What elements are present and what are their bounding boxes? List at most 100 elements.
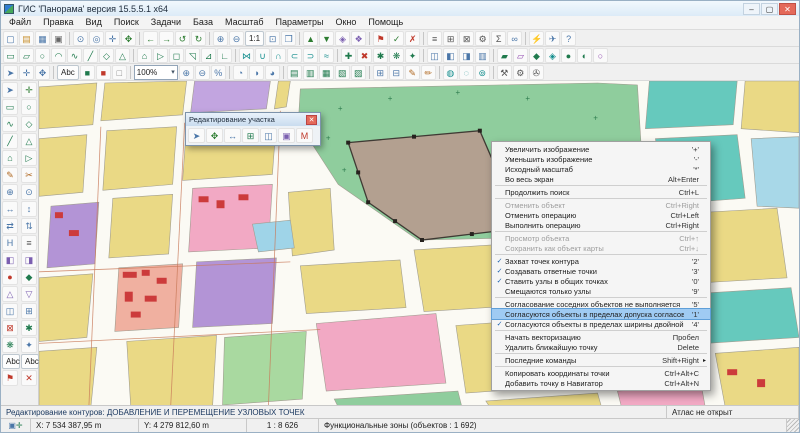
parcel-vertex-handle[interactable] bbox=[356, 170, 360, 174]
edit-tool-icon[interactable]: ◌ bbox=[459, 65, 474, 80]
side-tool-icon[interactable]: ✕ bbox=[21, 370, 37, 386]
side-tool-icon[interactable]: ⊠ bbox=[2, 320, 18, 336]
parcel-tool-icon[interactable]: M bbox=[296, 128, 313, 143]
edit-tool-icon[interactable]: ▦ bbox=[319, 65, 334, 80]
map-tool-icon[interactable]: ⋈ bbox=[239, 48, 254, 63]
map-tool-icon[interactable]: ● bbox=[561, 48, 576, 63]
context-menu-item[interactable]: ✓Захват точек контура'2' bbox=[492, 256, 710, 266]
map-building[interactable] bbox=[145, 296, 157, 302]
map-block[interactable] bbox=[741, 81, 799, 133]
parcel-vertex-handle[interactable] bbox=[478, 129, 482, 133]
side-tool-icon[interactable]: ✎ bbox=[2, 167, 18, 183]
map-tool-icon[interactable]: ∟ bbox=[217, 48, 232, 63]
map-tool-icon[interactable]: ∪ bbox=[255, 48, 270, 63]
map-block[interactable] bbox=[316, 314, 446, 392]
toolbar-icon[interactable]: ⊞ bbox=[443, 31, 458, 46]
side-tool-icon[interactable]: ⊕ bbox=[2, 184, 18, 200]
map-block[interactable] bbox=[39, 83, 97, 129]
side-tool-icon[interactable]: ⚑ bbox=[2, 370, 18, 386]
map-tool-icon[interactable]: ▱ bbox=[19, 48, 34, 63]
toolbar-icon[interactable]: ◈ bbox=[335, 31, 350, 46]
edit-tool-icon[interactable]: ✏ bbox=[421, 65, 436, 80]
toolbar-icon[interactable]: ⊙ bbox=[73, 31, 88, 46]
toolbar-icon[interactable]: ⚡ bbox=[529, 31, 544, 46]
menu-задачи[interactable]: Задачи bbox=[145, 16, 187, 29]
menu-окно[interactable]: Окно bbox=[329, 16, 362, 29]
toolbar-icon[interactable]: ⊕ bbox=[213, 31, 228, 46]
context-menu-item[interactable]: Во весь экранAlt+Enter bbox=[492, 174, 710, 184]
side-tool-icon[interactable]: ✛ bbox=[21, 82, 37, 98]
edit-tool-icon[interactable]: ▧ bbox=[335, 65, 350, 80]
side-tool-icon[interactable]: ⇄ bbox=[2, 218, 18, 234]
toolbar-icon[interactable]: ❒ bbox=[281, 31, 296, 46]
map-tool-icon[interactable]: ▥ bbox=[475, 48, 490, 63]
toolbar-icon[interactable]: Σ bbox=[491, 31, 506, 46]
map-tool-icon[interactable]: ◧ bbox=[443, 48, 458, 63]
side-tool-icon[interactable]: ╱ bbox=[2, 133, 18, 149]
edit-tool-icon[interactable]: ◔ bbox=[233, 65, 248, 80]
edit-tool-icon[interactable]: ▤ bbox=[287, 65, 302, 80]
map-block[interactable] bbox=[715, 347, 799, 405]
map-building[interactable] bbox=[131, 312, 141, 318]
toolbar-icon[interactable]: ✛ bbox=[105, 31, 120, 46]
edit-tool-icon[interactable]: ⊖ bbox=[195, 65, 210, 80]
map-block[interactable] bbox=[109, 194, 173, 258]
side-tool-icon[interactable]: ✱ bbox=[21, 320, 37, 336]
menu-помощь[interactable]: Помощь bbox=[362, 16, 409, 29]
context-menu-item[interactable]: Выполнить операциюCtrl+Right bbox=[492, 220, 710, 230]
edit-tool-icon[interactable]: ⚒ bbox=[497, 65, 512, 80]
map-tool-icon[interactable]: ⊿ bbox=[201, 48, 216, 63]
toolbar-icon[interactable]: ▣ bbox=[51, 31, 66, 46]
side-tool-icon[interactable]: ✂ bbox=[21, 167, 37, 183]
map-building[interactable] bbox=[727, 369, 737, 375]
parcel-vertex-handle[interactable] bbox=[412, 135, 416, 139]
toolbar-icon[interactable]: ≡ bbox=[427, 31, 442, 46]
edit-tool-icon[interactable]: ◕ bbox=[265, 65, 280, 80]
toolbar-icon[interactable]: ↻ bbox=[191, 31, 206, 46]
status-scale[interactable]: 1 : 8 626 bbox=[247, 419, 319, 432]
edit-tool-icon[interactable]: □ bbox=[112, 65, 127, 80]
side-tool-icon[interactable]: ↕ bbox=[21, 201, 37, 217]
side-tool-icon[interactable]: ▷ bbox=[21, 150, 37, 166]
edit-tool-icon[interactable]: ▥ bbox=[303, 65, 318, 80]
edit-tool-icon[interactable]: ✛ bbox=[19, 65, 34, 80]
side-tool-icon[interactable]: ⊙ bbox=[21, 184, 37, 200]
toolbar-icon[interactable]: ← bbox=[143, 31, 158, 46]
menu-поиск[interactable]: Поиск bbox=[108, 16, 145, 29]
context-menu-item[interactable]: ✓Создавать ответные точки'3' bbox=[492, 266, 710, 276]
map-block[interactable] bbox=[300, 260, 406, 314]
map-tool-icon[interactable]: ◆ bbox=[529, 48, 544, 63]
side-tool-icon[interactable]: ≡ bbox=[21, 235, 37, 251]
map-tool-icon[interactable]: ▱ bbox=[513, 48, 528, 63]
parcel-vertex-handle[interactable] bbox=[470, 232, 474, 236]
map-tool-icon[interactable]: ◈ bbox=[545, 48, 560, 63]
parcel-tool-icon[interactable]: ▣ bbox=[278, 128, 295, 143]
status-tool-icon[interactable]: ✛ bbox=[16, 421, 23, 430]
toolbar-icon[interactable]: ▦ bbox=[35, 31, 50, 46]
context-menu-item[interactable]: Последние командыShift+Right▸ bbox=[492, 355, 710, 365]
toolbar-icon[interactable]: ✈ bbox=[545, 31, 560, 46]
panel-close-button[interactable]: ✕ bbox=[306, 115, 317, 125]
menu-база[interactable]: База bbox=[187, 16, 219, 29]
toolbar-icon[interactable]: ◎ bbox=[89, 31, 104, 46]
edit-tool-icon[interactable]: ◑ bbox=[249, 65, 264, 80]
map-block[interactable] bbox=[645, 81, 737, 129]
side-tool-button[interactable]: Abc bbox=[21, 354, 39, 369]
map-tool-icon[interactable]: ◐ bbox=[577, 48, 592, 63]
side-tool-icon[interactable]: ▭ bbox=[2, 99, 18, 115]
toolbar-icon[interactable]: ✗ bbox=[405, 31, 420, 46]
map-tool-icon[interactable]: ✦ bbox=[405, 48, 420, 63]
edit-tool-icon[interactable]: ⊚ bbox=[475, 65, 490, 80]
map-building[interactable] bbox=[125, 292, 133, 302]
side-tool-icon[interactable]: ∿ bbox=[2, 116, 18, 132]
context-menu-item[interactable]: Продолжить поискCtrl+L bbox=[492, 187, 710, 197]
parcel-tool-icon[interactable]: ✥ bbox=[206, 128, 223, 143]
map-tool-icon[interactable]: ◠ bbox=[51, 48, 66, 63]
parcel-tool-icon[interactable]: ↔ bbox=[224, 128, 241, 143]
map-tool-icon[interactable]: △ bbox=[115, 48, 130, 63]
side-tool-icon[interactable]: ↔ bbox=[2, 201, 18, 217]
map-block[interactable] bbox=[288, 188, 334, 256]
menu-правка[interactable]: Правка bbox=[37, 16, 79, 29]
map-block[interactable] bbox=[39, 135, 87, 197]
side-tool-icon[interactable]: △ bbox=[2, 286, 18, 302]
